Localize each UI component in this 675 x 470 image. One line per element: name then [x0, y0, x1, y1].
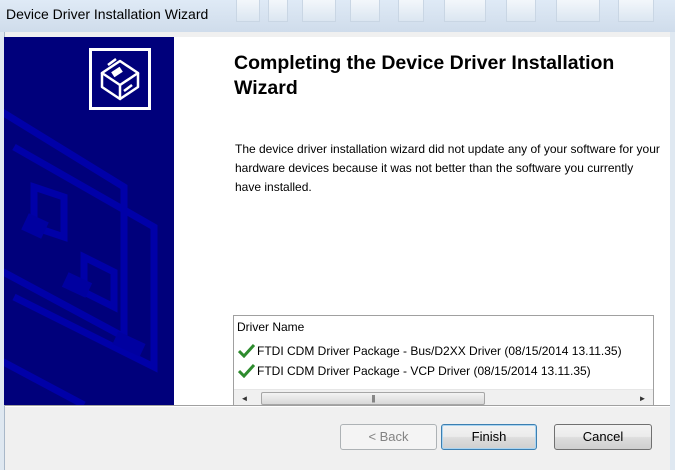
titlebar-decoration	[398, 0, 424, 22]
titlebar-decoration	[350, 0, 380, 22]
check-icon	[238, 344, 255, 358]
titlebar-decoration	[444, 0, 486, 22]
window-titlebar[interactable]: Device Driver Installation Wizard	[0, 0, 675, 32]
list-item[interactable]: FTDI CDM Driver Package - VCP Driver (08…	[238, 362, 591, 380]
cancel-button[interactable]: Cancel	[554, 424, 652, 450]
driver-list[interactable]: Driver Name FTDI CDM Driver Package - Bu…	[233, 315, 654, 407]
scroll-left-icon[interactable]: ◄	[238, 392, 251, 405]
scroll-right-icon[interactable]: ►	[636, 392, 649, 405]
list-item[interactable]: FTDI CDM Driver Package - Bus/D2XX Drive…	[238, 342, 622, 360]
titlebar-decoration	[506, 0, 536, 22]
wizard-logo-icon	[89, 48, 151, 110]
titlebar-decoration	[556, 0, 600, 22]
back-button[interactable]: < Back	[340, 424, 437, 450]
divider	[5, 405, 670, 407]
driver-name: FTDI CDM Driver Package - VCP Driver (08…	[257, 364, 591, 378]
finish-button[interactable]: Finish	[441, 424, 537, 450]
page-title: Completing the Device Driver Installatio…	[234, 52, 615, 99]
horizontal-scrollbar[interactable]: ◄ ||| ►	[234, 389, 653, 406]
scrollbar-thumb[interactable]: |||	[261, 392, 485, 405]
window-title: Device Driver Installation Wizard	[6, 6, 209, 22]
status-message: The device driver installation wizard di…	[235, 142, 660, 194]
column-header-driver-name[interactable]: Driver Name	[237, 320, 304, 334]
titlebar-decoration	[268, 0, 288, 22]
driver-name: FTDI CDM Driver Package - Bus/D2XX Drive…	[257, 344, 622, 358]
titlebar-decoration	[618, 0, 654, 22]
titlebar-decoration	[236, 0, 260, 22]
titlebar-decoration	[302, 0, 336, 22]
check-icon	[238, 364, 255, 378]
